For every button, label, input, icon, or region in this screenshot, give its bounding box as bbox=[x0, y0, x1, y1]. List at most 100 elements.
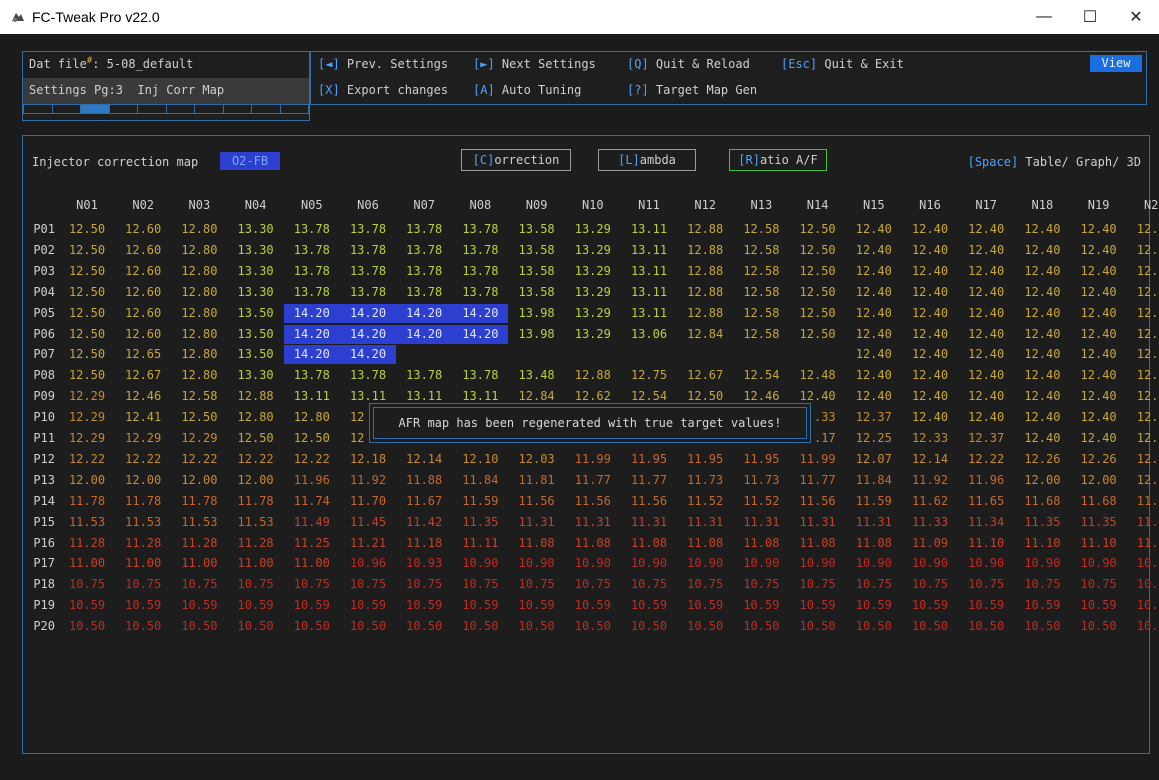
table-cell[interactable]: 12.40 bbox=[846, 325, 902, 344]
export-changes-shortcut[interactable]: [X] Export changes bbox=[318, 83, 448, 97]
table-cell[interactable]: 12.26 bbox=[1127, 450, 1159, 469]
table-cell[interactable]: 10.75 bbox=[509, 575, 565, 594]
table-cell[interactable]: 11.21 bbox=[340, 534, 396, 553]
table-cell[interactable]: 13.11 bbox=[621, 262, 677, 281]
table-cell[interactable]: 10.50 bbox=[1071, 617, 1127, 636]
table-cell[interactable]: 11.53 bbox=[171, 513, 227, 532]
table-cell[interactable]: 12.60 bbox=[115, 220, 171, 239]
table-cell[interactable]: 12.22 bbox=[115, 450, 171, 469]
table-cell[interactable]: 12.40 bbox=[902, 387, 958, 406]
table-cell[interactable]: 11.78 bbox=[228, 492, 284, 511]
table-cell[interactable]: 12.48 bbox=[790, 366, 846, 385]
table-cell[interactable]: 12.40 bbox=[958, 366, 1014, 385]
table-cell[interactable]: 14.20 bbox=[396, 324, 453, 344]
table-cell[interactable]: 12.50 bbox=[790, 283, 846, 302]
table-cell[interactable]: 11.73 bbox=[677, 471, 733, 490]
table-cell[interactable]: 12.60 bbox=[115, 262, 171, 281]
table-cell[interactable]: 11.78 bbox=[59, 492, 115, 511]
table-cell[interactable]: 12.22 bbox=[958, 450, 1014, 469]
table-cell[interactable]: 12.40 bbox=[1071, 408, 1127, 427]
table-cell[interactable]: 13.58 bbox=[509, 220, 565, 239]
table-cell[interactable]: 12.50 bbox=[59, 220, 115, 239]
table-cell[interactable]: 10.90 bbox=[452, 554, 508, 573]
table-cell[interactable]: 12.40 bbox=[902, 366, 958, 385]
table-cell[interactable]: 12.50 bbox=[59, 304, 115, 323]
table-cell[interactable]: 10.50 bbox=[509, 617, 565, 636]
table-cell[interactable]: 11.67 bbox=[396, 492, 452, 511]
table-cell[interactable]: 11.35 bbox=[1127, 513, 1159, 532]
table-cell[interactable]: 11.31 bbox=[621, 513, 677, 532]
table-cell[interactable]: 12.80 bbox=[171, 366, 227, 385]
table-cell[interactable]: 12.26 bbox=[1071, 450, 1127, 469]
table-cell[interactable]: 12.80 bbox=[171, 283, 227, 302]
table-cell[interactable]: 11.10 bbox=[1127, 534, 1159, 553]
table-cell[interactable]: 10.50 bbox=[733, 617, 789, 636]
table-cell[interactable]: 11.31 bbox=[677, 513, 733, 532]
table-cell[interactable]: 10.75 bbox=[452, 575, 508, 594]
table-cell[interactable]: 12.00 bbox=[1014, 471, 1070, 490]
table-cell[interactable]: 13.30 bbox=[228, 366, 284, 385]
table-cell[interactable]: 10.59 bbox=[846, 596, 902, 615]
table-cell[interactable]: 10.90 bbox=[1127, 554, 1159, 573]
table-cell[interactable]: 11.10 bbox=[1014, 534, 1070, 553]
table-cell[interactable]: 11.28 bbox=[59, 534, 115, 553]
table-cell[interactable]: 10.59 bbox=[621, 596, 677, 615]
table-cell[interactable]: 10.59 bbox=[790, 596, 846, 615]
table-cell[interactable]: 11.31 bbox=[565, 513, 621, 532]
table-cell[interactable]: 11.92 bbox=[340, 471, 396, 490]
table-cell[interactable]: 13.78 bbox=[284, 220, 340, 239]
table-cell[interactable]: 12.40 bbox=[846, 220, 902, 239]
table-cell[interactable]: 12.26 bbox=[1014, 450, 1070, 469]
table-cell[interactable]: 13.06 bbox=[621, 325, 677, 344]
table-cell[interactable]: 14.20 bbox=[340, 345, 396, 365]
table-cell[interactable]: 12.40 bbox=[1014, 325, 1070, 344]
table-cell[interactable]: 13.78 bbox=[452, 283, 508, 302]
table-cell[interactable]: 12.40 bbox=[1014, 429, 1070, 448]
table-cell[interactable]: 10.50 bbox=[171, 617, 227, 636]
table-cell[interactable]: 11.00 bbox=[284, 554, 340, 573]
table-cell[interactable]: 10.50 bbox=[621, 617, 677, 636]
table-cell[interactable]: 10.50 bbox=[284, 617, 340, 636]
table-cell[interactable]: 13.98 bbox=[509, 325, 565, 344]
table-cell[interactable]: 13.78 bbox=[284, 366, 340, 385]
table-cell[interactable]: 12.40 bbox=[1127, 408, 1159, 427]
table-cell[interactable]: 12.58 bbox=[733, 325, 789, 344]
table-cell[interactable]: 10.50 bbox=[846, 617, 902, 636]
table-cell[interactable]: 10.90 bbox=[677, 554, 733, 573]
table-cell[interactable]: 12.60 bbox=[115, 325, 171, 344]
table-cell[interactable]: 12.40 bbox=[1071, 429, 1127, 448]
table-cell[interactable]: 11.74 bbox=[284, 492, 340, 511]
table-cell[interactable]: 13.78 bbox=[396, 366, 452, 385]
table-cell[interactable]: 13.29 bbox=[565, 262, 621, 281]
table-cell[interactable]: 10.75 bbox=[1127, 575, 1159, 594]
table-cell[interactable]: 11.68 bbox=[1014, 492, 1070, 511]
table-cell[interactable]: 12.50 bbox=[171, 408, 227, 427]
table-cell[interactable]: 11.56 bbox=[621, 492, 677, 511]
table-cell[interactable]: 11.99 bbox=[790, 450, 846, 469]
table-cell[interactable]: 10.75 bbox=[621, 575, 677, 594]
table-cell[interactable]: 13.29 bbox=[565, 325, 621, 344]
table-cell[interactable]: 12.40 bbox=[958, 387, 1014, 406]
table-cell[interactable]: 13.29 bbox=[565, 241, 621, 260]
table-cell[interactable]: 11.95 bbox=[733, 450, 789, 469]
table-cell[interactable]: 11.08 bbox=[846, 534, 902, 553]
table-cell[interactable]: 10.50 bbox=[902, 617, 958, 636]
table-cell[interactable]: 12.40 bbox=[1071, 220, 1127, 239]
table-cell[interactable]: 11.56 bbox=[509, 492, 565, 511]
table-cell[interactable]: 12.40 bbox=[1127, 262, 1159, 281]
table-cell[interactable]: 14.20 bbox=[283, 345, 340, 365]
next-settings-shortcut[interactable]: [►] Next Settings bbox=[473, 57, 596, 71]
table-cell[interactable]: 14.20 bbox=[340, 303, 396, 323]
table-cell[interactable]: 11.35 bbox=[1071, 513, 1127, 532]
table-cell[interactable]: 12.40 bbox=[1127, 325, 1159, 344]
table-cell[interactable]: 13.98 bbox=[509, 304, 565, 323]
table-cell[interactable]: 11.31 bbox=[846, 513, 902, 532]
table-cell[interactable]: 11.95 bbox=[677, 450, 733, 469]
table-cell[interactable]: 12.40 bbox=[1071, 325, 1127, 344]
table-cell[interactable]: 12.88 bbox=[677, 283, 733, 302]
table-cell[interactable]: 12.40 bbox=[846, 241, 902, 260]
table-cell[interactable]: 10.59 bbox=[733, 596, 789, 615]
table-cell[interactable]: 12.50 bbox=[59, 345, 115, 364]
table-cell[interactable]: 13.78 bbox=[396, 220, 452, 239]
table-cell[interactable]: 11.59 bbox=[846, 492, 902, 511]
